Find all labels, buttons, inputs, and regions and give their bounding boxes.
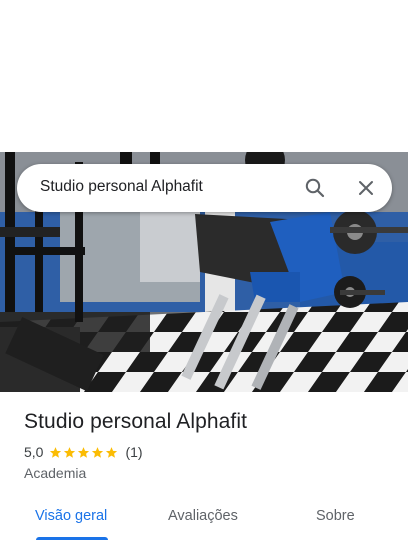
blank-area	[0, 0, 408, 152]
star-icon	[50, 446, 62, 458]
tab-about[interactable]: Sobre	[316, 508, 355, 524]
star-icon	[78, 446, 90, 458]
place-title: Studio personal Alphafit	[24, 410, 248, 433]
active-tab-indicator	[36, 537, 108, 540]
review-count[interactable]: (1)	[125, 444, 142, 460]
place-category[interactable]: Academia	[24, 465, 86, 481]
rating-row[interactable]: 5,0 (1)	[24, 444, 143, 460]
rating-value: 5,0	[24, 444, 44, 460]
tab-overview[interactable]: Visão geral	[35, 508, 107, 524]
search-icon[interactable]	[303, 176, 327, 200]
search-input[interactable]: Studio personal Alphafit	[40, 178, 203, 196]
close-icon[interactable]	[354, 176, 378, 200]
search-bar[interactable]: Studio personal Alphafit	[17, 164, 392, 212]
tab-bar: Visão geral Avaliações Sobre	[0, 496, 408, 544]
place-info-panel: Studio personal Alphafit 5,0 (1) Academi…	[0, 392, 408, 544]
star-rating	[49, 446, 119, 459]
star-icon	[106, 446, 118, 458]
tab-reviews[interactable]: Avaliações	[168, 508, 238, 524]
star-icon	[64, 446, 76, 458]
star-icon	[92, 446, 104, 458]
